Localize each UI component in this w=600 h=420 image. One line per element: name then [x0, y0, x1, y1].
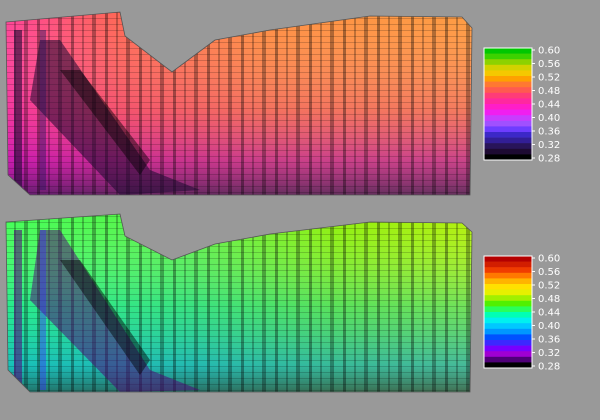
colorbar-swatch [484, 362, 532, 369]
colorbar-tick-label: 0.48 [538, 86, 560, 97]
bottom-colorbar: 0.60 0.56 0.52 0.48 0.44 0.40 0.36 0.32 0.28 [483, 254, 560, 373]
colorbar-swatch [484, 132, 532, 138]
colorbar-tick-label: 0.28 [538, 154, 560, 165]
colorbar-swatch [484, 92, 532, 99]
colorbar-tick-label: 0.56 [538, 59, 560, 70]
colorbar-swatch [484, 98, 532, 105]
bottom-map-image [6, 214, 472, 392]
colorbar-swatch [484, 300, 532, 307]
colorbar-swatch [484, 115, 532, 122]
colorbar-swatch [484, 76, 532, 82]
top-map-image [6, 12, 472, 195]
colorbar-swatch [484, 64, 532, 71]
colorbar-tick-label: 0.56 [538, 267, 560, 278]
colorbar-swatch [484, 312, 532, 318]
colorbar-swatch [484, 306, 532, 313]
colorbar-swatch [484, 323, 532, 330]
colorbar-swatch [484, 289, 532, 296]
colorbar-swatch [484, 87, 532, 94]
colorbar-swatch [484, 143, 532, 150]
colorbar-swatch [484, 351, 532, 358]
colorbar-swatch [484, 356, 532, 363]
colorbar-swatch [484, 261, 532, 268]
colorbar-swatch [484, 148, 532, 155]
top-colorbar: 0.60 0.56 0.52 0.48 0.44 0.40 0.36 0.32 0.28 [483, 46, 560, 165]
colorbar-swatch [484, 53, 532, 60]
colorbar-swatch [484, 48, 532, 54]
colorbar-swatch [484, 126, 532, 133]
colorbar-tick-label: 0.28 [538, 362, 560, 373]
colorbar-swatch [484, 278, 532, 285]
colorbar-tick-label: 0.32 [538, 140, 560, 151]
colorbar-swatch [484, 81, 532, 88]
colorbar-swatch [484, 328, 532, 335]
colorbar-tick-label: 0.60 [538, 46, 560, 57]
colorbar-swatch [484, 272, 532, 279]
colorbar-swatch [484, 70, 532, 77]
colorbar-tick-label: 0.44 [538, 100, 560, 111]
colorbar-tick-label: 0.60 [538, 254, 560, 265]
colorbar-swatch [484, 109, 532, 116]
colorbar-tick-label: 0.40 [538, 113, 560, 124]
colorbar-tick-label: 0.36 [538, 127, 560, 138]
colorbar-tick-label: 0.48 [538, 294, 560, 305]
colorbar-swatch [484, 295, 532, 302]
colorbar-swatch [484, 267, 532, 274]
colorbar-swatch [484, 120, 532, 127]
colorbar-tick-label: 0.36 [538, 335, 560, 346]
colorbar-swatch [484, 137, 532, 144]
figure: 0.60 0.56 0.52 0.48 0.44 0.40 0.36 0.32 0.28 0.6… [5, 11, 560, 393]
colorbar-swatch [484, 317, 532, 324]
colorbar-swatch [484, 59, 532, 66]
colorbar-tick-label: 0.52 [538, 281, 560, 292]
colorbar-swatch [484, 104, 532, 110]
colorbar-swatch [484, 334, 532, 341]
colorbar-tick-label: 0.32 [538, 348, 560, 359]
colorbar-swatch [484, 154, 532, 161]
colorbar-tick-label: 0.52 [538, 73, 560, 84]
colorbar-tick-label: 0.40 [538, 321, 560, 332]
colorbar-swatch [484, 345, 532, 352]
colorbar-tick-label: 0.44 [538, 308, 560, 319]
colorbar-swatch [484, 284, 532, 290]
colorbar-swatch [484, 256, 532, 262]
colorbar-swatch [484, 340, 532, 346]
